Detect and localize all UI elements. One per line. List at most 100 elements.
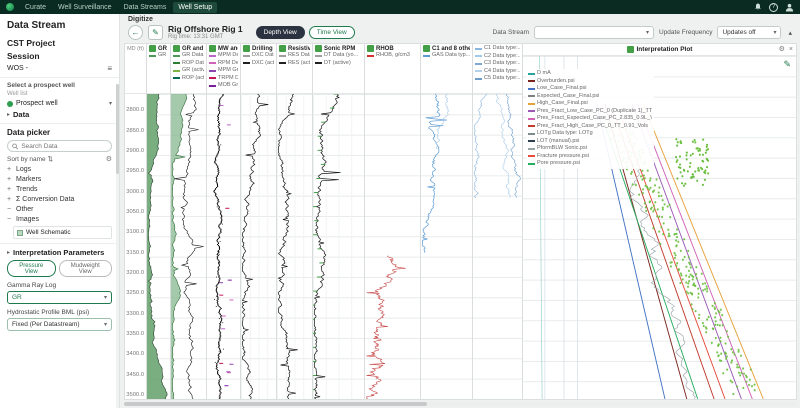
legend-item[interactable]: D mA — [528, 70, 652, 78]
view-pill-pressure-view[interactable]: Pressure View — [7, 260, 56, 277]
legend-item[interactable]: C1 Data type:... — [475, 45, 520, 53]
nav-item-well-surveillance[interactable]: Well Surveillance — [53, 2, 117, 13]
datastream-select[interactable]: ▾ — [534, 26, 654, 39]
legend-item[interactable]: High_Case_Final.psi — [528, 100, 652, 108]
legend-item[interactable]: MOB Gra... — [209, 82, 238, 90]
data-group-trends[interactable]: +Trends — [7, 186, 112, 193]
edit-button[interactable]: ✎ — [148, 25, 163, 40]
legend-item[interactable]: DXC (active) — [243, 60, 274, 68]
legend-item[interactable]: Fracture pressure.psi — [528, 153, 652, 161]
legend-swatch — [528, 148, 535, 150]
legend-item[interactable]: Pres_Fract_Low_Case_PC_0 (Duplicate 1)_T… — [528, 108, 652, 116]
expand-icon[interactable]: + — [7, 176, 13, 183]
collapse-icon[interactable]: − — [7, 206, 13, 213]
data-section-label: Data — [13, 110, 29, 119]
edit-plot-button[interactable]: ✎ — [783, 59, 791, 70]
rig-time: Rig time: 13:31 GMT — [168, 34, 243, 40]
legend-item[interactable]: Overburden.psi — [528, 78, 652, 86]
data-group-other[interactable]: −Other — [7, 206, 112, 213]
legend-item[interactable]: MPM Den... — [209, 52, 238, 60]
legend-item[interactable]: PformBLW Sonic.psi — [528, 145, 652, 153]
interpretation-params-toggle[interactable]: ▸ Interpretation Parameters — [7, 248, 112, 257]
sort-label[interactable]: Sort by name ⇅ — [7, 155, 53, 163]
gear-icon[interactable]: ⚙ — [106, 155, 112, 163]
legend-item[interactable]: GR (active) — [173, 67, 204, 75]
legend-item[interactable]: Expected_Case_Final.psi — [528, 93, 652, 101]
legend-item[interactable]: RES (active) — [279, 60, 310, 68]
track-plot[interactable] — [421, 94, 472, 399]
search-input[interactable] — [21, 143, 107, 150]
close-icon[interactable]: × — [789, 46, 793, 53]
nav-item-data-streams[interactable]: Data Streams — [119, 2, 172, 13]
legend-item[interactable]: C4 Data type:... — [475, 68, 520, 76]
data-group-conversion-data[interactable]: +Σ Conversion Data — [7, 196, 112, 203]
view-pill-mudweight-view[interactable]: Mudweight View — [59, 260, 113, 277]
expand-icon[interactable]: + — [7, 186, 13, 193]
legend-item[interactable]: TRPM D... — [209, 75, 238, 83]
legend-swatch — [528, 125, 535, 127]
legend-item[interactable]: Pres_Fract_Expected_Case_PC_2.835_0.9L_V… — [528, 115, 652, 123]
legend-item[interactable]: GR Data (y... — [173, 52, 204, 60]
data-group-markers[interactable]: +Markers — [7, 176, 112, 183]
legend-item[interactable]: GR (API) — [149, 52, 168, 60]
collapse-icon[interactable]: − — [7, 216, 13, 223]
nav-right: ? — [753, 3, 794, 12]
legend-swatch — [367, 55, 374, 57]
legend-item[interactable]: Pres_Fract_High_Case_PC_0_TT_0.91_Vols — [528, 123, 652, 131]
legend-item[interactable]: C5 Data type:... — [475, 75, 520, 83]
legend-item[interactable]: LOT (manual).psi — [528, 138, 652, 146]
track-plot[interactable] — [277, 94, 312, 399]
hydro-select[interactable]: Fixed (Per Datastream)▾ — [7, 318, 112, 331]
collapse-panel-icon[interactable]: ▴ — [788, 29, 792, 37]
expand-icon[interactable]: + — [7, 196, 13, 203]
legend-item[interactable]: MPM Gra... — [209, 67, 238, 75]
legend-item[interactable]: RHOB, g/cm3 — [367, 52, 418, 60]
legend-item[interactable]: DXC Data (y... — [243, 52, 274, 60]
horizontal-scrollbar[interactable] — [124, 402, 797, 406]
well-schematic-item[interactable]: Well Schematic — [13, 226, 112, 239]
sidebar-scrollbar[interactable] — [116, 84, 119, 408]
interpretation-legend: D mAOverburden.psiLow_Case_Final.psiExpe… — [526, 69, 654, 169]
track-title: RHOB — [376, 46, 394, 52]
track-plot[interactable] — [313, 94, 364, 399]
menu-icon[interactable]: ≡ — [107, 64, 112, 73]
prospect-well-select[interactable]: Prospect well ▾ — [7, 100, 112, 107]
track-plot[interactable] — [365, 94, 420, 399]
legend-item[interactable]: C2 Data type:... — [475, 53, 520, 61]
legend-item[interactable]: LOTg Data type: LOTg — [528, 130, 652, 138]
gear-icon[interactable]: ⚙ — [779, 45, 785, 53]
nav-item-well-setup[interactable]: Well Setup — [173, 2, 217, 13]
help-icon[interactable]: ? — [769, 3, 778, 12]
update-frequency-select[interactable]: Updates off▾ — [717, 26, 781, 39]
back-button[interactable]: ← — [128, 25, 143, 40]
view-toggle-time-view[interactable]: Time View — [309, 26, 355, 39]
legend-swatch — [528, 88, 535, 90]
legend-item[interactable]: Pore pressure.psi — [528, 160, 652, 168]
legend-item[interactable]: DT Data (yo... — [315, 52, 362, 60]
track-plot[interactable] — [473, 94, 522, 399]
view-toggle-depth-view[interactable]: Depth View — [256, 26, 305, 39]
chart-icon — [173, 45, 180, 52]
data-group-images[interactable]: −Images — [7, 216, 112, 223]
user-avatar-icon[interactable] — [785, 3, 794, 12]
legend-item[interactable]: ROP (activ... — [173, 75, 204, 83]
legend-item[interactable]: Low_Case_Final.psi — [528, 85, 652, 93]
interpretation-plot-area[interactable]: D mAOverburden.psiLow_Case_Final.psiExpe… — [523, 56, 796, 399]
track-plot[interactable] — [241, 94, 276, 399]
legend-item[interactable]: RES Data (y... — [279, 52, 310, 60]
track-plot[interactable] — [171, 94, 206, 399]
track-plot[interactable] — [207, 94, 240, 399]
legend-item[interactable]: DT (active) — [315, 60, 362, 68]
data-group-logs[interactable]: +Logs — [7, 166, 112, 173]
legend-item[interactable]: C3 Data type:... — [475, 60, 520, 68]
legend-item[interactable]: RPM Den... — [209, 60, 238, 68]
search-box[interactable] — [7, 140, 112, 152]
notifications-bell-icon[interactable] — [753, 3, 762, 12]
nav-item-curate[interactable]: Curate — [20, 2, 51, 13]
data-section-toggle[interactable]: ▸ Data — [7, 110, 112, 119]
gamma-ray-select[interactable]: GR▾ — [7, 291, 112, 304]
legend-item[interactable]: ROP Data (... — [173, 60, 204, 68]
expand-icon[interactable]: + — [7, 166, 13, 173]
track-plot[interactable] — [147, 94, 170, 399]
legend-item[interactable]: GAS Data typ... — [423, 52, 470, 60]
